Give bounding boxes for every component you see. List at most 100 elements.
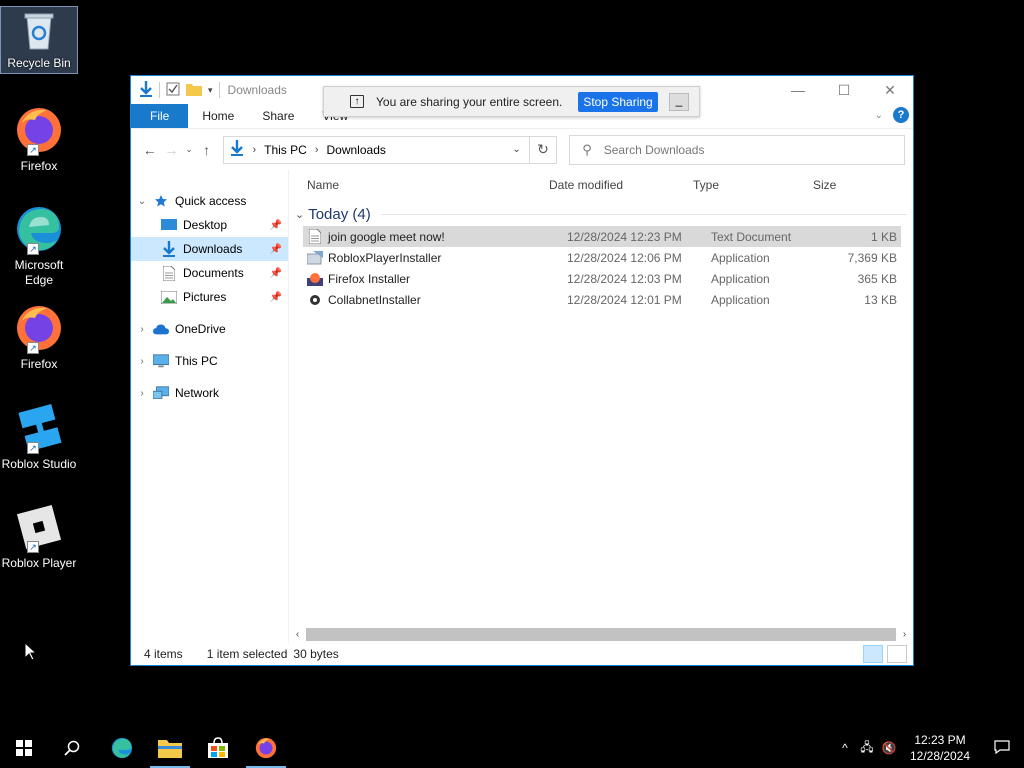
collapse-chevron-icon[interactable]: ⌄ — [295, 208, 304, 221]
taskbar-edge-button[interactable] — [98, 728, 146, 768]
edge-icon: ↗ — [13, 203, 65, 255]
nav-item-quick-access[interactable]: ⌄ Quick access — [131, 189, 288, 213]
details-view-button[interactable] — [863, 645, 883, 663]
network-status-icon[interactable]: 🖧 — [856, 738, 878, 759]
table-row[interactable]: join google meet now! 12/28/2024 12:23 P… — [303, 226, 901, 247]
navigation-bar: ← → ⌄ ↑ › This PC › Downloads ⌄ ↻ ⚲ Sear… — [131, 128, 913, 170]
shortcut-arrow-icon: ↗ — [27, 144, 39, 156]
table-row[interactable]: Firefox Installer 12/28/2024 12:03 PM Ap… — [303, 268, 901, 289]
desktop-icon-recycle-bin[interactable]: Recycle Bin — [0, 6, 78, 74]
column-header-size[interactable]: Size — [813, 178, 879, 192]
back-button[interactable]: ← — [139, 142, 161, 158]
taskbar-firefox-button[interactable] — [242, 728, 290, 768]
desktop-icon-roblox-studio[interactable]: ↗ Roblox Studio — [0, 402, 78, 472]
breadcrumb-chevron-icon[interactable]: › — [252, 144, 256, 156]
nav-item-onedrive[interactable]: › OneDrive — [131, 317, 288, 341]
column-header-type[interactable]: Type — [693, 178, 813, 192]
scrollbar-thumb[interactable] — [306, 628, 896, 641]
group-header-today[interactable]: ⌄ Today (4) — [289, 202, 913, 226]
minimize-button[interactable]: — — [775, 76, 821, 104]
roblox-player-icon: ↗ — [13, 501, 65, 553]
start-button[interactable] — [0, 728, 48, 768]
clock-time: 12:23 PM — [914, 733, 966, 747]
installer-icon — [307, 250, 323, 266]
download-arrow-icon[interactable] — [139, 80, 153, 100]
forward-button[interactable]: → — [161, 142, 183, 158]
taskbar-search-button[interactable] — [48, 728, 96, 768]
network-icon — [153, 385, 169, 401]
new-folder-icon[interactable] — [186, 82, 202, 99]
up-button[interactable]: ↑ — [196, 142, 218, 158]
desktop-icon-label: Microsoft Edge — [14, 258, 64, 287]
customize-toolbar-chevron-icon[interactable]: ▾ — [208, 85, 213, 96]
table-row[interactable]: CollabnetInstaller 12/28/2024 12:01 PM A… — [303, 289, 901, 310]
expand-chevron-icon[interactable]: › — [131, 324, 153, 335]
desktop-icon-microsoft-edge[interactable]: ↗ Microsoft Edge — [0, 203, 78, 288]
stop-sharing-button[interactable]: Stop Sharing — [578, 91, 658, 112]
show-hidden-icons-chevron-icon[interactable]: ^ — [834, 741, 856, 755]
taskbar-file-explorer-button[interactable] — [146, 728, 194, 768]
clock[interactable]: 12:23 PM 12/28/2024 — [900, 732, 980, 764]
collapse-chevron-icon[interactable]: ⌄ — [131, 196, 153, 207]
large-icons-view-button[interactable] — [887, 645, 907, 663]
taskbar-store-button[interactable] — [194, 728, 242, 768]
nav-item-desktop[interactable]: Desktop 📌 — [131, 213, 288, 237]
firefox-icon: ↗ — [13, 104, 65, 156]
search-input[interactable]: ⚲ Search Downloads — [569, 134, 905, 165]
navigation-pane: ⌄ Quick access Desktop 📌 Downloads 📌 Doc… — [131, 170, 289, 643]
address-dropdown-icon[interactable]: ⌄ — [512, 144, 520, 155]
file-name: join google meet now! — [328, 229, 445, 244]
nav-item-network[interactable]: › Network — [131, 381, 288, 405]
breadcrumb-downloads[interactable]: Downloads — [327, 143, 386, 157]
scroll-left-icon[interactable]: ‹ — [289, 629, 306, 640]
share-bar-minimize-button[interactable]: _ — [669, 93, 689, 111]
recycle-bin-icon — [17, 9, 61, 53]
file-date: 12/28/2024 12:06 PM — [567, 250, 682, 265]
file-name: CollabnetInstaller — [328, 292, 421, 307]
nav-label: Documents — [183, 266, 244, 280]
expand-chevron-icon[interactable]: › — [131, 356, 153, 367]
nav-item-this-pc[interactable]: › This PC — [131, 349, 288, 373]
tab-file[interactable]: File — [131, 104, 189, 128]
close-button[interactable]: ✕ — [867, 76, 913, 104]
desktop-icon-label: Recycle Bin — [7, 56, 71, 70]
maximize-button[interactable]: ☐ — [821, 76, 867, 104]
column-header-date[interactable]: Date modified — [549, 178, 693, 192]
desktop-icon-roblox-player[interactable]: ↗ Roblox Player — [0, 501, 78, 571]
pin-icon: 📌 — [269, 219, 282, 231]
nav-label: Desktop — [183, 218, 228, 232]
nav-item-documents[interactable]: Documents 📌 — [131, 261, 288, 285]
shortcut-arrow-icon: ↗ — [27, 442, 39, 454]
tab-home[interactable]: Home — [188, 104, 248, 128]
file-type: Application — [711, 271, 770, 286]
desktop-icon-firefox-2[interactable]: ↗ Firefox — [0, 302, 78, 372]
search-placeholder: Search Downloads — [603, 142, 705, 157]
volume-muted-icon[interactable]: 🔇 — [878, 741, 900, 755]
nav-item-downloads[interactable]: Downloads 📌 — [131, 237, 288, 261]
file-explorer-icon — [158, 740, 182, 758]
mouse-pointer-icon — [24, 641, 38, 664]
help-icon[interactable]: ? — [893, 107, 909, 123]
store-bag-icon — [208, 737, 228, 758]
recent-locations-chevron-icon[interactable]: ⌄ — [182, 144, 196, 155]
window-controls: — ☐ ✕ — [775, 76, 913, 104]
onedrive-cloud-icon — [153, 321, 169, 337]
breadcrumb-this-pc[interactable]: This PC — [264, 143, 307, 157]
expand-chevron-icon[interactable]: › — [131, 388, 153, 399]
nav-item-pictures[interactable]: Pictures 📌 — [131, 285, 288, 309]
table-row[interactable]: RobloxPlayerInstaller 12/28/2024 12:06 P… — [303, 247, 901, 268]
scroll-right-icon[interactable]: › — [896, 629, 913, 640]
expand-ribbon-chevron-icon[interactable]: ⌄ — [875, 110, 883, 121]
desktop-icon-firefox[interactable]: ↗ Firefox — [0, 104, 78, 174]
horizontal-scrollbar[interactable]: ‹ › — [289, 626, 913, 643]
properties-check-icon[interactable] — [166, 82, 180, 99]
share-message: You are sharing your entire screen. — [376, 94, 563, 109]
desktop-icon-label: Roblox Studio — [1, 457, 77, 471]
tab-share[interactable]: Share — [248, 104, 308, 128]
address-bar[interactable]: › This PC › Downloads ⌄ — [223, 135, 530, 164]
refresh-button[interactable]: ↻ — [529, 135, 558, 164]
notifications-icon[interactable] — [980, 739, 1024, 757]
column-header-name[interactable]: Name — [289, 178, 549, 192]
breadcrumb-chevron-icon[interactable]: › — [315, 144, 319, 156]
file-name: Firefox Installer — [328, 271, 411, 286]
